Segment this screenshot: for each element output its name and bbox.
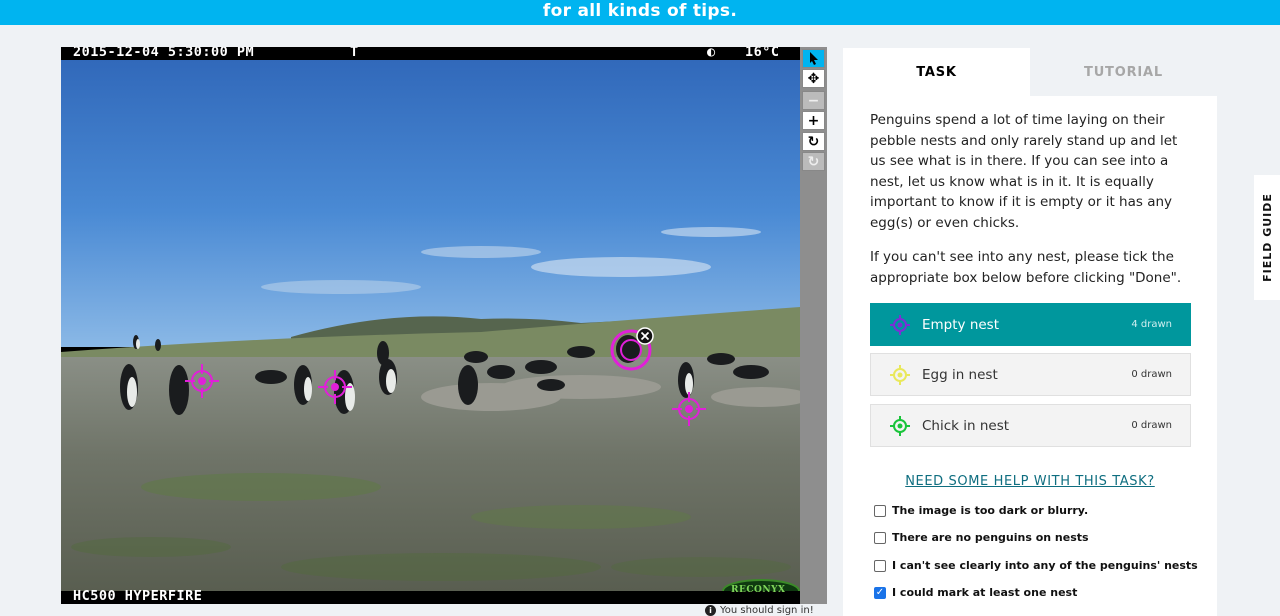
- instruction-paragraph: Penguins spend a lot of time laying on t…: [870, 112, 1178, 231]
- image-timestamp: 2015-12-04 5:30:00 PM: [73, 47, 255, 60]
- instruction-paragraph: If you can't see into any nest, please t…: [870, 249, 1182, 286]
- tool-chick-in-nest[interactable]: Chick in nest 0 drawn: [870, 404, 1191, 447]
- field-guide-label: FIELD GUIDE: [1260, 193, 1274, 282]
- egg-in-nest-crosshair-icon: [890, 364, 910, 385]
- checkbox-label: There are no penguins on nests: [892, 531, 1089, 544]
- image-temperature: 16°C: [745, 47, 780, 60]
- camera-model: HC500 HYPERFIRE: [73, 588, 203, 604]
- tab-tutorial[interactable]: TUTORIAL: [1030, 48, 1217, 96]
- task-instructions: Penguins spend a lot of time laying on t…: [870, 110, 1195, 302]
- chick-in-nest-crosshair-icon: [890, 415, 910, 436]
- info-icon: i: [705, 605, 716, 616]
- rotate-icon[interactable]: ↻: [802, 132, 825, 151]
- tool-label: Egg in nest: [922, 366, 998, 383]
- top-banner: for all kinds of tips.: [0, 0, 1280, 25]
- camera-flag: T: [350, 47, 359, 60]
- checkbox-cant-see[interactable]: I can't see clearly into any of the peng…: [874, 559, 1198, 572]
- empty-nest-crosshair-icon: [890, 314, 910, 335]
- signin-notice[interactable]: i You should sign in!: [705, 605, 814, 616]
- tool-empty-nest[interactable]: Empty nest 4 drawn: [870, 303, 1191, 346]
- tab-task[interactable]: TASK: [843, 48, 1030, 96]
- image-toolbar: ✥ − + ↻ ↻: [800, 47, 827, 604]
- checkbox-marked-nest[interactable]: ✓ I could mark at least one nest: [874, 586, 1077, 599]
- zoom-out-icon[interactable]: −: [802, 91, 825, 110]
- help-link[interactable]: NEED SOME HELP WITH THIS TASK?: [843, 474, 1217, 489]
- task-tabs: TASK TUTORIAL: [843, 48, 1217, 96]
- checkbox-label: I can't see clearly into any of the peng…: [892, 559, 1198, 572]
- zoom-in-icon[interactable]: +: [802, 111, 825, 130]
- brand-logo: RECONYX: [731, 585, 786, 595]
- checkbox-box[interactable]: [874, 504, 886, 517]
- checkbox-box[interactable]: [874, 531, 886, 544]
- checkbox-no-penguins[interactable]: There are no penguins on nests: [874, 531, 1089, 544]
- move-icon[interactable]: ✥: [802, 69, 825, 88]
- moon-phase-icon: ◐: [707, 47, 716, 60]
- checkbox-too-dark[interactable]: The image is too dark or blurry.: [874, 504, 1088, 517]
- task-panel: TASK TUTORIAL Penguins spend a lot of ti…: [843, 48, 1217, 616]
- tool-label: Chick in nest: [922, 417, 1010, 434]
- checkbox-box[interactable]: [874, 559, 886, 572]
- checkbox-label: I could mark at least one nest: [892, 586, 1078, 599]
- tool-label: Empty nest: [922, 316, 1000, 333]
- annotate-pointer-icon[interactable]: [802, 49, 825, 68]
- tool-count: 4 drawn: [1131, 319, 1172, 330]
- checkbox-label: The image is too dark or blurry.: [892, 504, 1089, 517]
- checkbox-checked-icon[interactable]: ✓: [874, 586, 886, 599]
- signin-text: You should sign in!: [720, 605, 814, 616]
- subject-image[interactable]: 2015-12-04 5:30:00 PM T ◐ 16°C HC500 HYP…: [61, 47, 800, 604]
- tool-count: 0 drawn: [1131, 369, 1172, 380]
- delete-marker-icon: [636, 327, 654, 345]
- tool-egg-in-nest[interactable]: Egg in nest 0 drawn: [870, 353, 1191, 396]
- field-guide-tab[interactable]: FIELD GUIDE: [1254, 175, 1280, 300]
- reset-icon[interactable]: ↻: [802, 152, 825, 171]
- tool-count: 0 drawn: [1131, 420, 1172, 431]
- penguin-colony-photo: [61, 47, 800, 604]
